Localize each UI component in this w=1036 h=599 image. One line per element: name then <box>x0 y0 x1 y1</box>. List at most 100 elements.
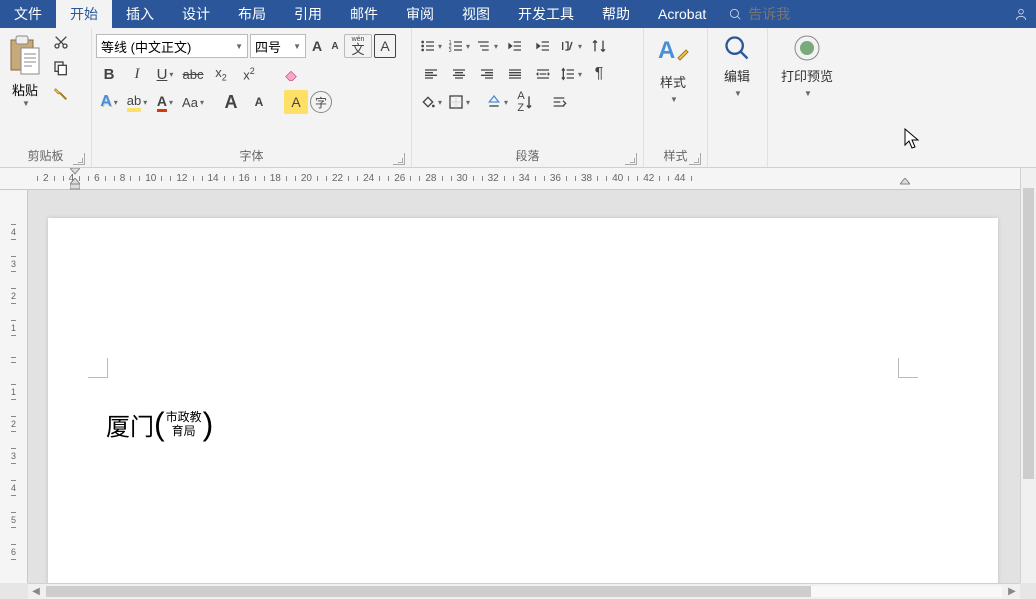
phonetic-guide-button[interactable]: wén文 <box>344 34 372 58</box>
share-button[interactable] <box>1006 0 1036 28</box>
numbering-button[interactable]: 123▾ <box>446 34 472 58</box>
subscript-button[interactable]: x2 <box>208 62 234 86</box>
borders-button[interactable]: ▾ <box>446 90 472 114</box>
tab-view[interactable]: 视图 <box>448 0 504 28</box>
multilevel-icon <box>476 38 492 54</box>
enclose-characters-button[interactable]: A <box>284 90 308 114</box>
format-painter-button[interactable] <box>48 82 74 106</box>
font-size-combo[interactable]: 四号▼ <box>250 34 306 58</box>
tab-help[interactable]: 帮助 <box>588 0 644 28</box>
asian-layout-button[interactable]: ▾ <box>558 34 584 58</box>
show-marks-button[interactable]: ¶ <box>586 62 612 86</box>
horizontal-scrollbar[interactable]: ◀ ▶ <box>28 583 1020 599</box>
document-text[interactable]: 厦门 ( 市政教 育局 ) <box>106 406 213 443</box>
indent-icon <box>535 38 551 54</box>
align-center-icon <box>451 66 467 82</box>
ribbon: 粘贴 ▼ 剪贴板 等线 (中文正文)▼ 四号▼ A A wén文 A B <box>0 28 1036 168</box>
align-center-button[interactable] <box>446 62 472 86</box>
tab-file[interactable]: 文件 <box>0 0 56 28</box>
bold-button[interactable]: B <box>96 62 122 86</box>
styles-launcher[interactable] <box>689 153 701 165</box>
paste-label: 粘贴 <box>12 80 38 99</box>
chevron-down-icon: ▼ <box>235 42 243 51</box>
clear-formatting-button[interactable] <box>278 62 304 86</box>
horizontal-ruler[interactable]: 2468101214161820222426283032343638404244 <box>0 168 1036 190</box>
tab-design[interactable]: 设计 <box>168 0 224 28</box>
tab-home[interactable]: 开始 <box>56 0 112 28</box>
scroll-thumb-h[interactable] <box>46 586 811 597</box>
margin-corner-tl <box>88 358 108 378</box>
document-page[interactable]: 厦门 ( 市政教 育局 ) <box>48 218 998 583</box>
grow-font-button[interactable]: A <box>308 34 326 58</box>
strikethrough-button[interactable]: abc <box>180 62 206 86</box>
snap-to-grid-button[interactable]: ▾ <box>484 90 510 114</box>
tab-acrobat[interactable]: Acrobat <box>644 0 720 28</box>
print-preview-button[interactable]: 打印预览 ▼ <box>772 30 842 98</box>
align-right-button[interactable] <box>474 62 500 86</box>
underline-button[interactable]: U▾ <box>152 62 178 86</box>
superscript-button[interactable]: x2 <box>236 62 262 86</box>
tell-me-input[interactable] <box>748 6 848 22</box>
bracket-open: ( <box>154 406 165 443</box>
tab-layout[interactable]: 布局 <box>224 0 280 28</box>
tab-developer[interactable]: 开发工具 <box>504 0 588 28</box>
shrink-font-small-button[interactable]: A <box>246 90 272 114</box>
font-name-combo[interactable]: 等线 (中文正文)▼ <box>96 34 248 58</box>
distribute-button[interactable] <box>530 62 556 86</box>
change-case-button[interactable]: Aa▾ <box>180 90 206 114</box>
vertical-ruler[interactable]: 4321123456 <box>0 190 28 583</box>
tab-insert[interactable]: 插入 <box>112 0 168 28</box>
character-shading-button[interactable]: 字 <box>310 91 332 113</box>
group-label-font: 字体 <box>96 147 407 167</box>
multilevel-list-button[interactable]: ▾ <box>474 34 500 58</box>
vertical-scrollbar[interactable] <box>1020 168 1036 583</box>
italic-button[interactable]: I <box>124 62 150 86</box>
hanging-indent-marker[interactable] <box>70 178 80 190</box>
paragraph-settings-button[interactable] <box>546 90 572 114</box>
bullets-icon <box>420 38 436 54</box>
distribute-icon <box>535 66 551 82</box>
tab-mailings[interactable]: 邮件 <box>336 0 392 28</box>
increase-indent-button[interactable] <box>530 34 556 58</box>
right-indent-marker[interactable] <box>900 178 910 190</box>
scroll-track[interactable] <box>46 586 1002 597</box>
align-left-button[interactable] <box>418 62 444 86</box>
chevron-down-icon: ▼ <box>734 89 742 98</box>
cut-button[interactable] <box>48 30 74 54</box>
clipboard-launcher[interactable] <box>73 153 85 165</box>
group-label-paragraph: 段落 <box>416 147 639 167</box>
tell-me-search[interactable] <box>720 0 1006 28</box>
scroll-right-arrow[interactable]: ▶ <box>1004 584 1020 599</box>
character-border-button[interactable]: A <box>374 34 396 58</box>
editing-button[interactable]: 编辑 ▼ <box>712 30 762 98</box>
copy-icon <box>53 60 69 76</box>
paragraph-launcher[interactable] <box>625 153 637 165</box>
font-color-button[interactable]: A▾ <box>152 90 178 114</box>
paint-bucket-icon <box>420 94 436 110</box>
justify-button[interactable] <box>502 62 528 86</box>
tab-references[interactable]: 引用 <box>280 0 336 28</box>
align-left-icon <box>423 66 439 82</box>
chevron-down-icon: ▼ <box>22 99 30 108</box>
text-effects-button[interactable]: A▾ <box>96 90 122 114</box>
font-launcher[interactable] <box>393 153 405 165</box>
grow-font-large-button[interactable]: A <box>218 90 244 114</box>
ribbon-tabstrip: 文件 开始 插入 设计 布局 引用 邮件 审阅 视图 开发工具 帮助 Acrob… <box>0 0 1036 28</box>
highlight-button[interactable]: ab▾ <box>124 90 150 114</box>
sort-button[interactable] <box>586 34 612 58</box>
shading-button[interactable]: ▾ <box>418 90 444 114</box>
decrease-indent-button[interactable] <box>502 34 528 58</box>
sort-az-button[interactable]: AZ <box>512 90 538 114</box>
copy-button[interactable] <box>48 56 74 80</box>
snap-grid-icon <box>486 94 502 110</box>
scroll-left-arrow[interactable]: ◀ <box>28 584 44 599</box>
styles-button[interactable]: A 样式 ▼ <box>648 30 698 104</box>
bullets-button[interactable]: ▾ <box>418 34 444 58</box>
share-icon <box>1014 7 1028 21</box>
tab-review[interactable]: 审阅 <box>392 0 448 28</box>
bracket-close: ) <box>203 406 214 443</box>
paste-button[interactable]: 粘贴 ▼ <box>4 30 46 110</box>
line-spacing-button[interactable]: ▾ <box>558 62 584 86</box>
shrink-font-button[interactable]: A <box>328 34 342 58</box>
scroll-thumb-v[interactable] <box>1023 188 1034 479</box>
